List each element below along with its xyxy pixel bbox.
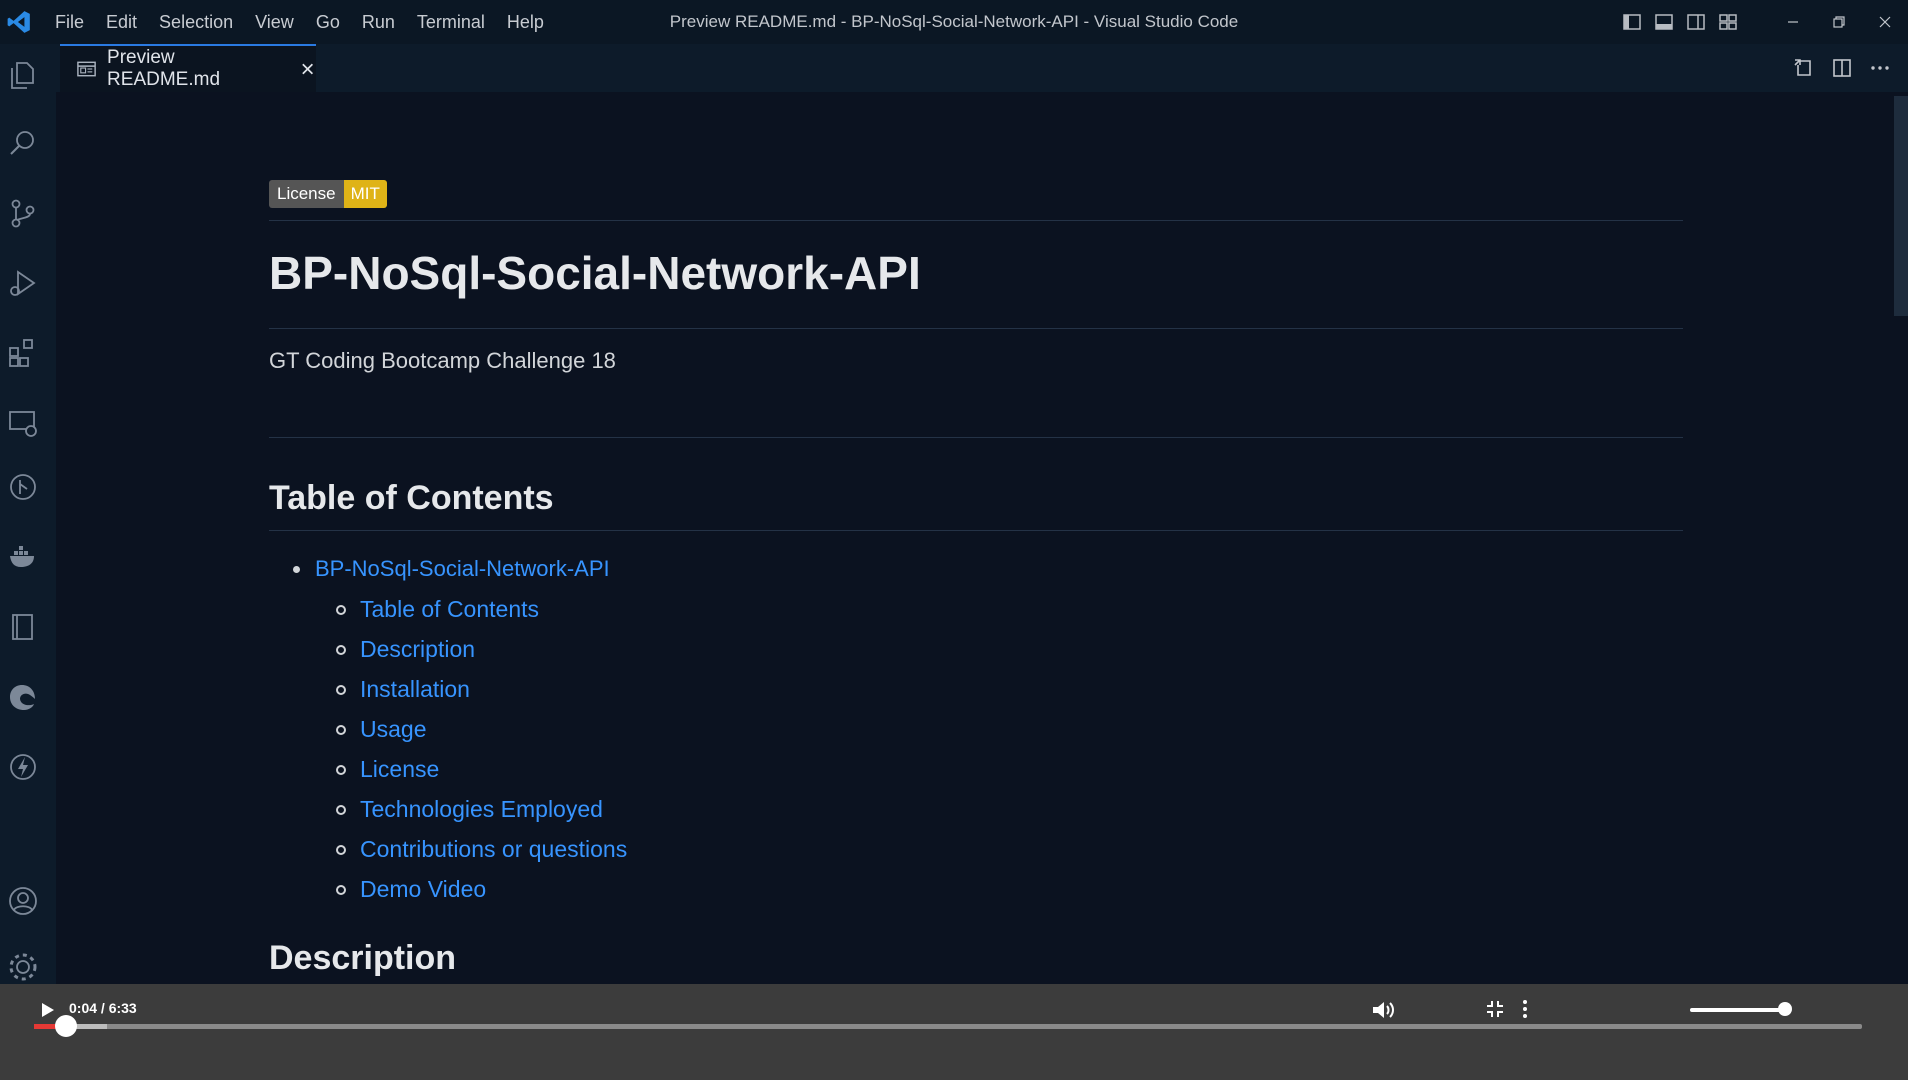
volume-knob[interactable] <box>1778 1002 1792 1016</box>
toc-link-demo-video[interactable]: Demo Video <box>360 874 486 904</box>
notebook-icon[interactable] <box>6 610 40 644</box>
toggle-secondary-sidebar-icon[interactable] <box>1686 12 1706 32</box>
close-tab-icon[interactable] <box>299 60 316 78</box>
list-bullet <box>336 805 346 815</box>
restore-button[interactable] <box>1816 0 1862 44</box>
remote-explorer-icon[interactable] <box>6 406 40 440</box>
menu-help[interactable]: Help <box>496 12 555 33</box>
open-source-icon[interactable] <box>1792 56 1816 80</box>
volume-icon[interactable] <box>1370 997 1396 1023</box>
menu-view[interactable]: View <box>244 12 305 33</box>
toc-link-description[interactable]: Description <box>360 634 475 664</box>
restore-icon <box>1833 16 1845 28</box>
source-control-icon[interactable] <box>6 196 40 230</box>
list-bullet <box>336 885 346 895</box>
toc-link-table-of-contents[interactable]: Table of Contents <box>360 594 539 624</box>
git-graph-icon[interactable] <box>6 470 40 504</box>
preview-icon <box>77 61 96 77</box>
split-editor-icon[interactable] <box>1830 56 1854 80</box>
menu-bar: File Edit Selection View Go Run Terminal… <box>44 12 555 33</box>
seek-bar[interactable] <box>34 1015 1862 1037</box>
tab-label: Preview README.md <box>107 47 221 90</box>
toc-link-license[interactable]: License <box>360 754 439 784</box>
tab-preview-readme[interactable]: Preview README.md <box>60 44 316 92</box>
toggle-panel-icon[interactable] <box>1654 12 1674 32</box>
divider <box>269 530 1683 531</box>
toggle-primary-sidebar-icon[interactable] <box>1622 12 1642 32</box>
extensions-icon[interactable] <box>6 336 40 370</box>
menu-terminal[interactable]: Terminal <box>406 12 496 33</box>
more-actions-icon[interactable] <box>1868 56 1892 80</box>
toc-link-contributions[interactable]: Contributions or questions <box>360 834 627 864</box>
list-bullet <box>336 725 346 735</box>
explorer-icon[interactable] <box>6 58 40 92</box>
minimize-button[interactable] <box>1770 0 1816 44</box>
badge-label: License <box>269 180 344 208</box>
thunder-client-icon[interactable] <box>6 750 40 784</box>
divider <box>269 437 1683 438</box>
badge-value: MIT <box>343 180 387 208</box>
menu-file[interactable]: File <box>44 12 95 33</box>
activity-bar <box>0 44 56 984</box>
list-bullet <box>293 566 300 573</box>
menu-selection[interactable]: Selection <box>148 12 244 33</box>
readme-subtitle: GT Coding Bootcamp Challenge 18 <box>269 348 616 373</box>
toc-link-top[interactable]: BP-NoSql-Social-Network-API <box>315 554 610 584</box>
list-bullet <box>336 605 346 615</box>
layout-controls <box>1622 0 1738 44</box>
menu-edit[interactable]: Edit <box>95 12 148 33</box>
window-controls <box>1770 0 1908 44</box>
divider <box>269 328 1683 329</box>
customize-layout-icon[interactable] <box>1718 12 1738 32</box>
menu-go[interactable]: Go <box>305 12 351 33</box>
description-heading: Description <box>269 939 457 977</box>
list-bullet <box>336 645 346 655</box>
toc-link-usage[interactable]: Usage <box>360 714 426 744</box>
minimize-icon <box>1788 21 1798 23</box>
video-controls: 0:04 / 6:33 <box>0 984 1908 1080</box>
toc-link-installation[interactable]: Installation <box>360 674 470 704</box>
scrollbar-thumb[interactable] <box>1894 96 1908 316</box>
settings-gear-icon[interactable] <box>6 950 40 984</box>
menu-run[interactable]: Run <box>351 12 406 33</box>
edge-devtools-icon[interactable] <box>6 680 40 714</box>
seek-knob[interactable] <box>54 1015 77 1037</box>
close-window-button[interactable] <box>1862 0 1908 44</box>
video-frame: File Edit Selection View Go Run Terminal… <box>0 0 1908 1080</box>
toc-link-technologies[interactable]: Technologies Employed <box>360 794 603 824</box>
toc-heading: Table of Contents <box>269 479 554 517</box>
exit-fullscreen-icon[interactable] <box>1484 998 1506 1020</box>
volume-slider[interactable] <box>1690 1008 1790 1012</box>
docker-icon[interactable] <box>6 540 40 574</box>
video-time: 0:04 / 6:33 <box>69 1000 137 1016</box>
accounts-icon[interactable] <box>6 884 40 918</box>
license-badge[interactable]: License MIT <box>269 180 387 208</box>
editor-actions <box>1792 44 1892 92</box>
list-bullet <box>336 765 346 775</box>
editor-tab-bar: Preview README.md <box>56 44 1908 92</box>
list-bullet <box>336 845 346 855</box>
more-options-icon[interactable] <box>1514 998 1536 1020</box>
run-debug-icon[interactable] <box>6 266 40 300</box>
play-icon[interactable] <box>36 999 58 1021</box>
close-icon <box>1879 16 1891 28</box>
search-icon[interactable] <box>6 126 40 160</box>
vscode-logo-icon <box>7 11 30 33</box>
readme-title: BP-NoSql-Social-Network-API <box>269 247 921 299</box>
markdown-preview: License MIT BP-NoSql-Social-Network-API … <box>56 92 1908 984</box>
list-bullet <box>336 685 346 695</box>
title-bar: File Edit Selection View Go Run Terminal… <box>0 0 1908 44</box>
